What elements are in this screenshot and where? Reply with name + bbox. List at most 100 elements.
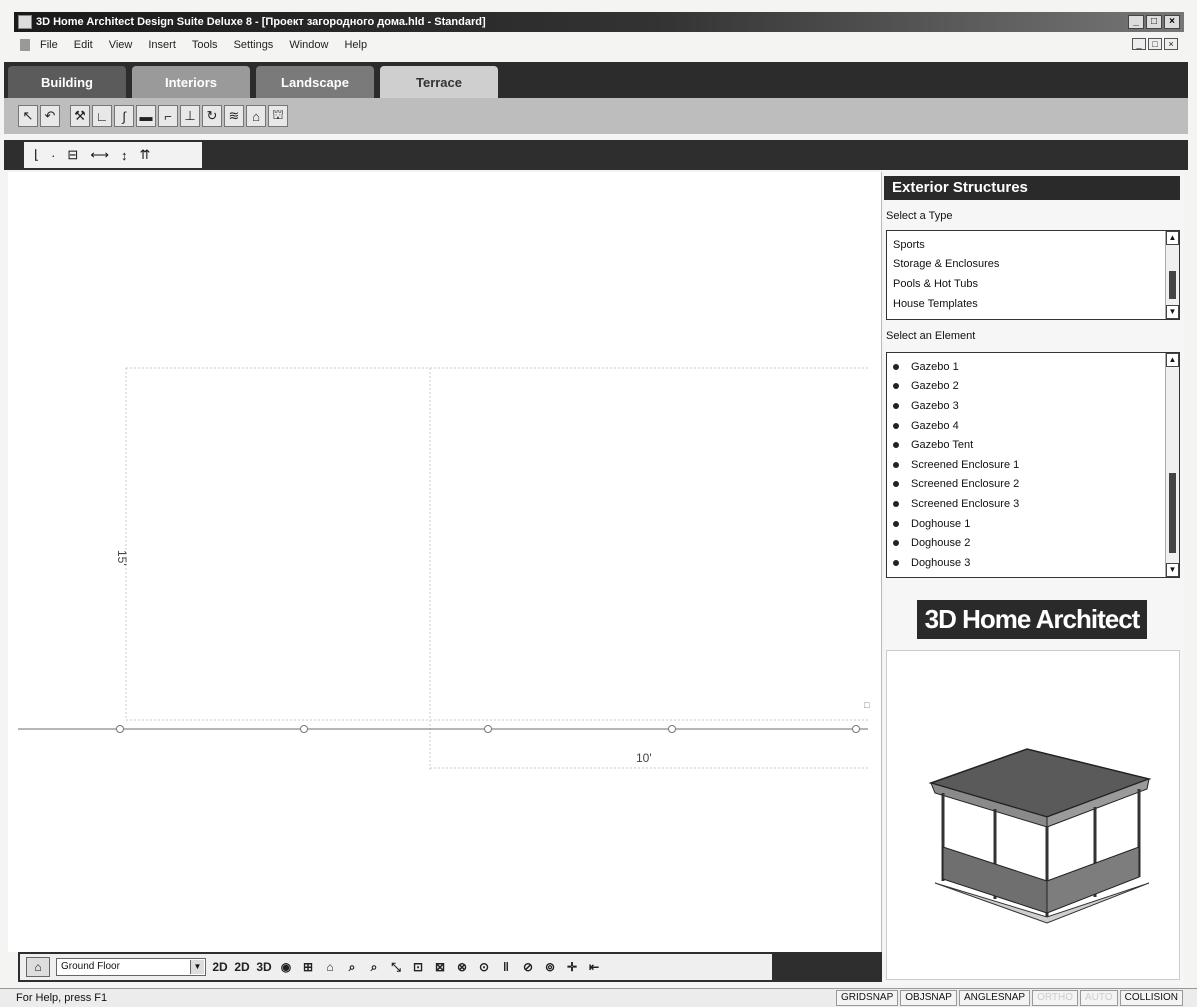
structure-icon[interactable]: ⌂: [246, 105, 266, 127]
ortho-indicator[interactable]: ORTHO: [1032, 990, 1079, 1006]
menu-help[interactable]: Help: [344, 39, 367, 51]
drawing-canvas[interactable]: □ 15' 10': [8, 172, 882, 952]
doc-minimize-button[interactable]: _: [1132, 38, 1146, 50]
scroll-up-icon[interactable]: ▲: [1166, 353, 1179, 367]
list-item[interactable]: Screened Enclosure 3: [887, 494, 1179, 514]
menu-window[interactable]: Window: [289, 39, 328, 51]
objsnap-indicator[interactable]: OBJSNAP: [900, 990, 957, 1006]
gazebo-preview: [886, 650, 1180, 980]
view-2d-button[interactable]: 2D: [212, 960, 228, 974]
dimension-toolbar: ⌊ · ⊟ ⟷ ↕ ⇈: [4, 140, 1188, 170]
list-item[interactable]: Screened Enclosure 1: [887, 455, 1179, 475]
shovel-icon[interactable]: ⚒: [70, 105, 90, 127]
dimension-icon[interactable]: ⌊: [34, 147, 39, 163]
gazebo-preview-image: [928, 748, 1152, 924]
list-item[interactable]: Gazebo 3: [887, 396, 1179, 416]
gazebo-icon[interactable]: ⛫: [268, 105, 288, 127]
scroll-down-icon[interactable]: ▼: [1166, 563, 1179, 577]
view-3d-button[interactable]: 3D: [256, 960, 272, 974]
scroll-up-icon[interactable]: ▲: [1166, 231, 1179, 245]
zoom-in-icon[interactable]: ⌕: [344, 960, 360, 975]
line-icon[interactable]: ▬: [136, 105, 156, 127]
rotate-icon[interactable]: ⊚: [542, 960, 558, 974]
move-icon[interactable]: ✛: [564, 960, 580, 974]
list-item[interactable]: Storage & Enclosures: [887, 255, 1179, 275]
anglesnap-indicator[interactable]: ANGLESNAP: [958, 990, 1031, 1006]
terrain-icon[interactable]: ≋: [224, 105, 244, 127]
menu-insert[interactable]: Insert: [148, 39, 176, 51]
chevron-down-icon[interactable]: ▼: [190, 960, 204, 974]
menu-settings[interactable]: Settings: [234, 39, 274, 51]
tab-landscape[interactable]: Landscape: [256, 66, 374, 98]
stairs-icon[interactable]: ⌐: [158, 105, 178, 127]
doc-close-button[interactable]: ×: [1164, 38, 1178, 50]
auto-indicator[interactable]: AUTO: [1080, 990, 1118, 1006]
render-icon[interactable]: ⊞: [300, 960, 316, 974]
maximize-button[interactable]: □: [1146, 15, 1162, 29]
list-item[interactable]: Doghouse 1: [887, 514, 1179, 534]
pan-hand-icon[interactable]: ⊙: [476, 960, 492, 974]
close-button[interactable]: ×: [1164, 15, 1180, 29]
menu-file[interactable]: File: [40, 39, 58, 51]
list-item[interactable]: Screened Enclosure 2: [887, 475, 1179, 495]
zoom-extent-icon[interactable]: ⊗: [454, 960, 470, 974]
list-item[interactable]: Doghouse 2: [887, 533, 1179, 553]
scroll-thumb[interactable]: [1169, 271, 1176, 299]
minimize-button[interactable]: _: [1128, 15, 1144, 29]
zoom-all-icon[interactable]: ⊠: [432, 960, 448, 974]
undo-arrow-icon[interactable]: ↶: [40, 105, 60, 127]
list-item[interactable]: Doghouse 3: [887, 553, 1179, 573]
view-2d-alt-button[interactable]: 2D: [234, 960, 250, 974]
gridsnap-indicator[interactable]: GRIDSNAP: [836, 990, 899, 1006]
tab-terrace[interactable]: Terrace: [380, 66, 498, 98]
first-frame-icon[interactable]: ⇤: [586, 960, 602, 974]
select-arrow-icon[interactable]: ↖: [18, 105, 38, 127]
double-arrow-icon[interactable]: ⇈: [139, 147, 150, 163]
table-icon[interactable]: ⊟: [67, 147, 78, 163]
zoom-out-icon[interactable]: ⌕: [366, 960, 382, 975]
app-icon[interactable]: [18, 15, 32, 29]
edit-handle[interactable]: [484, 725, 492, 733]
orbit-icon[interactable]: ⊘: [520, 960, 536, 974]
edit-handle[interactable]: [116, 725, 124, 733]
list-item[interactable]: House Templates: [887, 294, 1179, 314]
list-item[interactable]: Gazebo 1: [887, 357, 1179, 377]
house-view-icon[interactable]: ⌂: [322, 960, 338, 974]
pause-icon[interactable]: ‖: [498, 960, 514, 974]
curve-icon[interactable]: ↻: [202, 105, 222, 127]
menu-edit[interactable]: Edit: [74, 39, 93, 51]
menu-view[interactable]: View: [109, 39, 133, 51]
menu-tools[interactable]: Tools: [192, 39, 218, 51]
tab-building[interactable]: Building: [8, 66, 126, 98]
list-item[interactable]: Sports: [887, 235, 1179, 255]
tab-interiors[interactable]: Interiors: [132, 66, 250, 98]
collision-indicator[interactable]: COLLISION: [1119, 990, 1183, 1006]
path-icon[interactable]: ∟: [92, 105, 112, 127]
dimension-label-horizontal: 10': [636, 751, 652, 765]
brush-icon[interactable]: ∫: [114, 105, 134, 127]
horizontal-measure-icon[interactable]: ⟷: [90, 147, 109, 163]
type-scrollbar[interactable]: ▲ ▼: [1165, 231, 1179, 319]
document-icon[interactable]: [20, 39, 30, 51]
floor-icon[interactable]: ⌂: [26, 957, 50, 977]
element-scrollbar[interactable]: ▲ ▼: [1165, 353, 1179, 577]
list-item[interactable]: Pools & Hot Tubs: [887, 274, 1179, 294]
edit-handle[interactable]: [300, 725, 308, 733]
scroll-down-icon[interactable]: ▼: [1166, 305, 1179, 319]
list-item[interactable]: Gazebo 2: [887, 377, 1179, 397]
point-icon[interactable]: ·: [51, 148, 55, 163]
list-item[interactable]: Gazebo 4: [887, 416, 1179, 436]
zoom-window-icon[interactable]: ⊡: [410, 960, 426, 974]
zoom-fit-icon[interactable]: ⤡: [388, 960, 404, 975]
eye-icon[interactable]: ◉: [278, 960, 294, 974]
edit-handle[interactable]: [852, 725, 860, 733]
floor-select[interactable]: Ground Floor ▼: [56, 958, 206, 976]
scroll-thumb[interactable]: [1169, 473, 1176, 553]
list-item[interactable]: Gazebo Tent: [887, 435, 1179, 455]
vertical-measure-icon[interactable]: ↕: [121, 148, 128, 163]
edit-handle[interactable]: [668, 725, 676, 733]
post-icon[interactable]: ⊥: [180, 105, 200, 127]
element-listbox[interactable]: Gazebo 1 Gazebo 2 Gazebo 3 Gazebo 4 Gaze…: [886, 352, 1180, 578]
doc-restore-button[interactable]: □: [1148, 38, 1162, 50]
type-listbox[interactable]: Sports Storage & Enclosures Pools & Hot …: [886, 230, 1180, 320]
